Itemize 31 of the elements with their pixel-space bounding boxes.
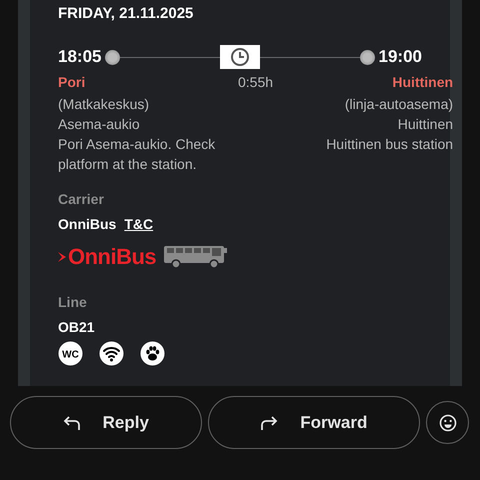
section-label: Carrier	[58, 190, 105, 209]
city-name: Huittinen	[391, 73, 454, 92]
stop-dot	[105, 50, 120, 64]
stop-detail: Huittinen bus station	[325, 135, 454, 154]
departure-time: 18:05	[58, 46, 102, 68]
stop-detail: Pori Asema-aukio. Check platform at the station.	[58, 135, 216, 174]
stop-dot	[360, 50, 375, 64]
smiley-icon	[438, 414, 457, 432]
stop-detail: (Matkakeskus)	[58, 95, 150, 114]
reply-icon	[62, 414, 81, 430]
emoji-button[interactable]	[426, 401, 470, 444]
wifi-icon	[99, 341, 124, 366]
line-code: OB21	[58, 318, 96, 337]
terms-link[interactable]: T&C	[124, 214, 154, 235]
forward-button[interactable]: Forward	[208, 396, 420, 449]
city-name: Pori	[58, 73, 86, 92]
paw-icon	[140, 341, 165, 366]
carrier-logo: OnniBus	[58, 244, 156, 270]
reply-button[interactable]: Reply	[10, 396, 202, 449]
date-heading: FRIDAY, 21.11.2025	[58, 4, 194, 24]
stop-detail: Asema-aukio	[58, 115, 141, 134]
forward-icon	[260, 414, 278, 430]
clock-icon	[220, 45, 260, 69]
arrival-time: 19:00	[378, 46, 422, 68]
carrier-name: OnniBus	[58, 215, 116, 234]
stop-detail: (linja-autoasema)	[344, 95, 454, 114]
stop-detail: Huittinen	[396, 115, 454, 134]
wc-icon: WC	[58, 341, 83, 366]
bus-icon	[164, 245, 228, 269]
trip-duration: 0:55h	[238, 73, 274, 92]
section-label: Line	[58, 293, 88, 312]
